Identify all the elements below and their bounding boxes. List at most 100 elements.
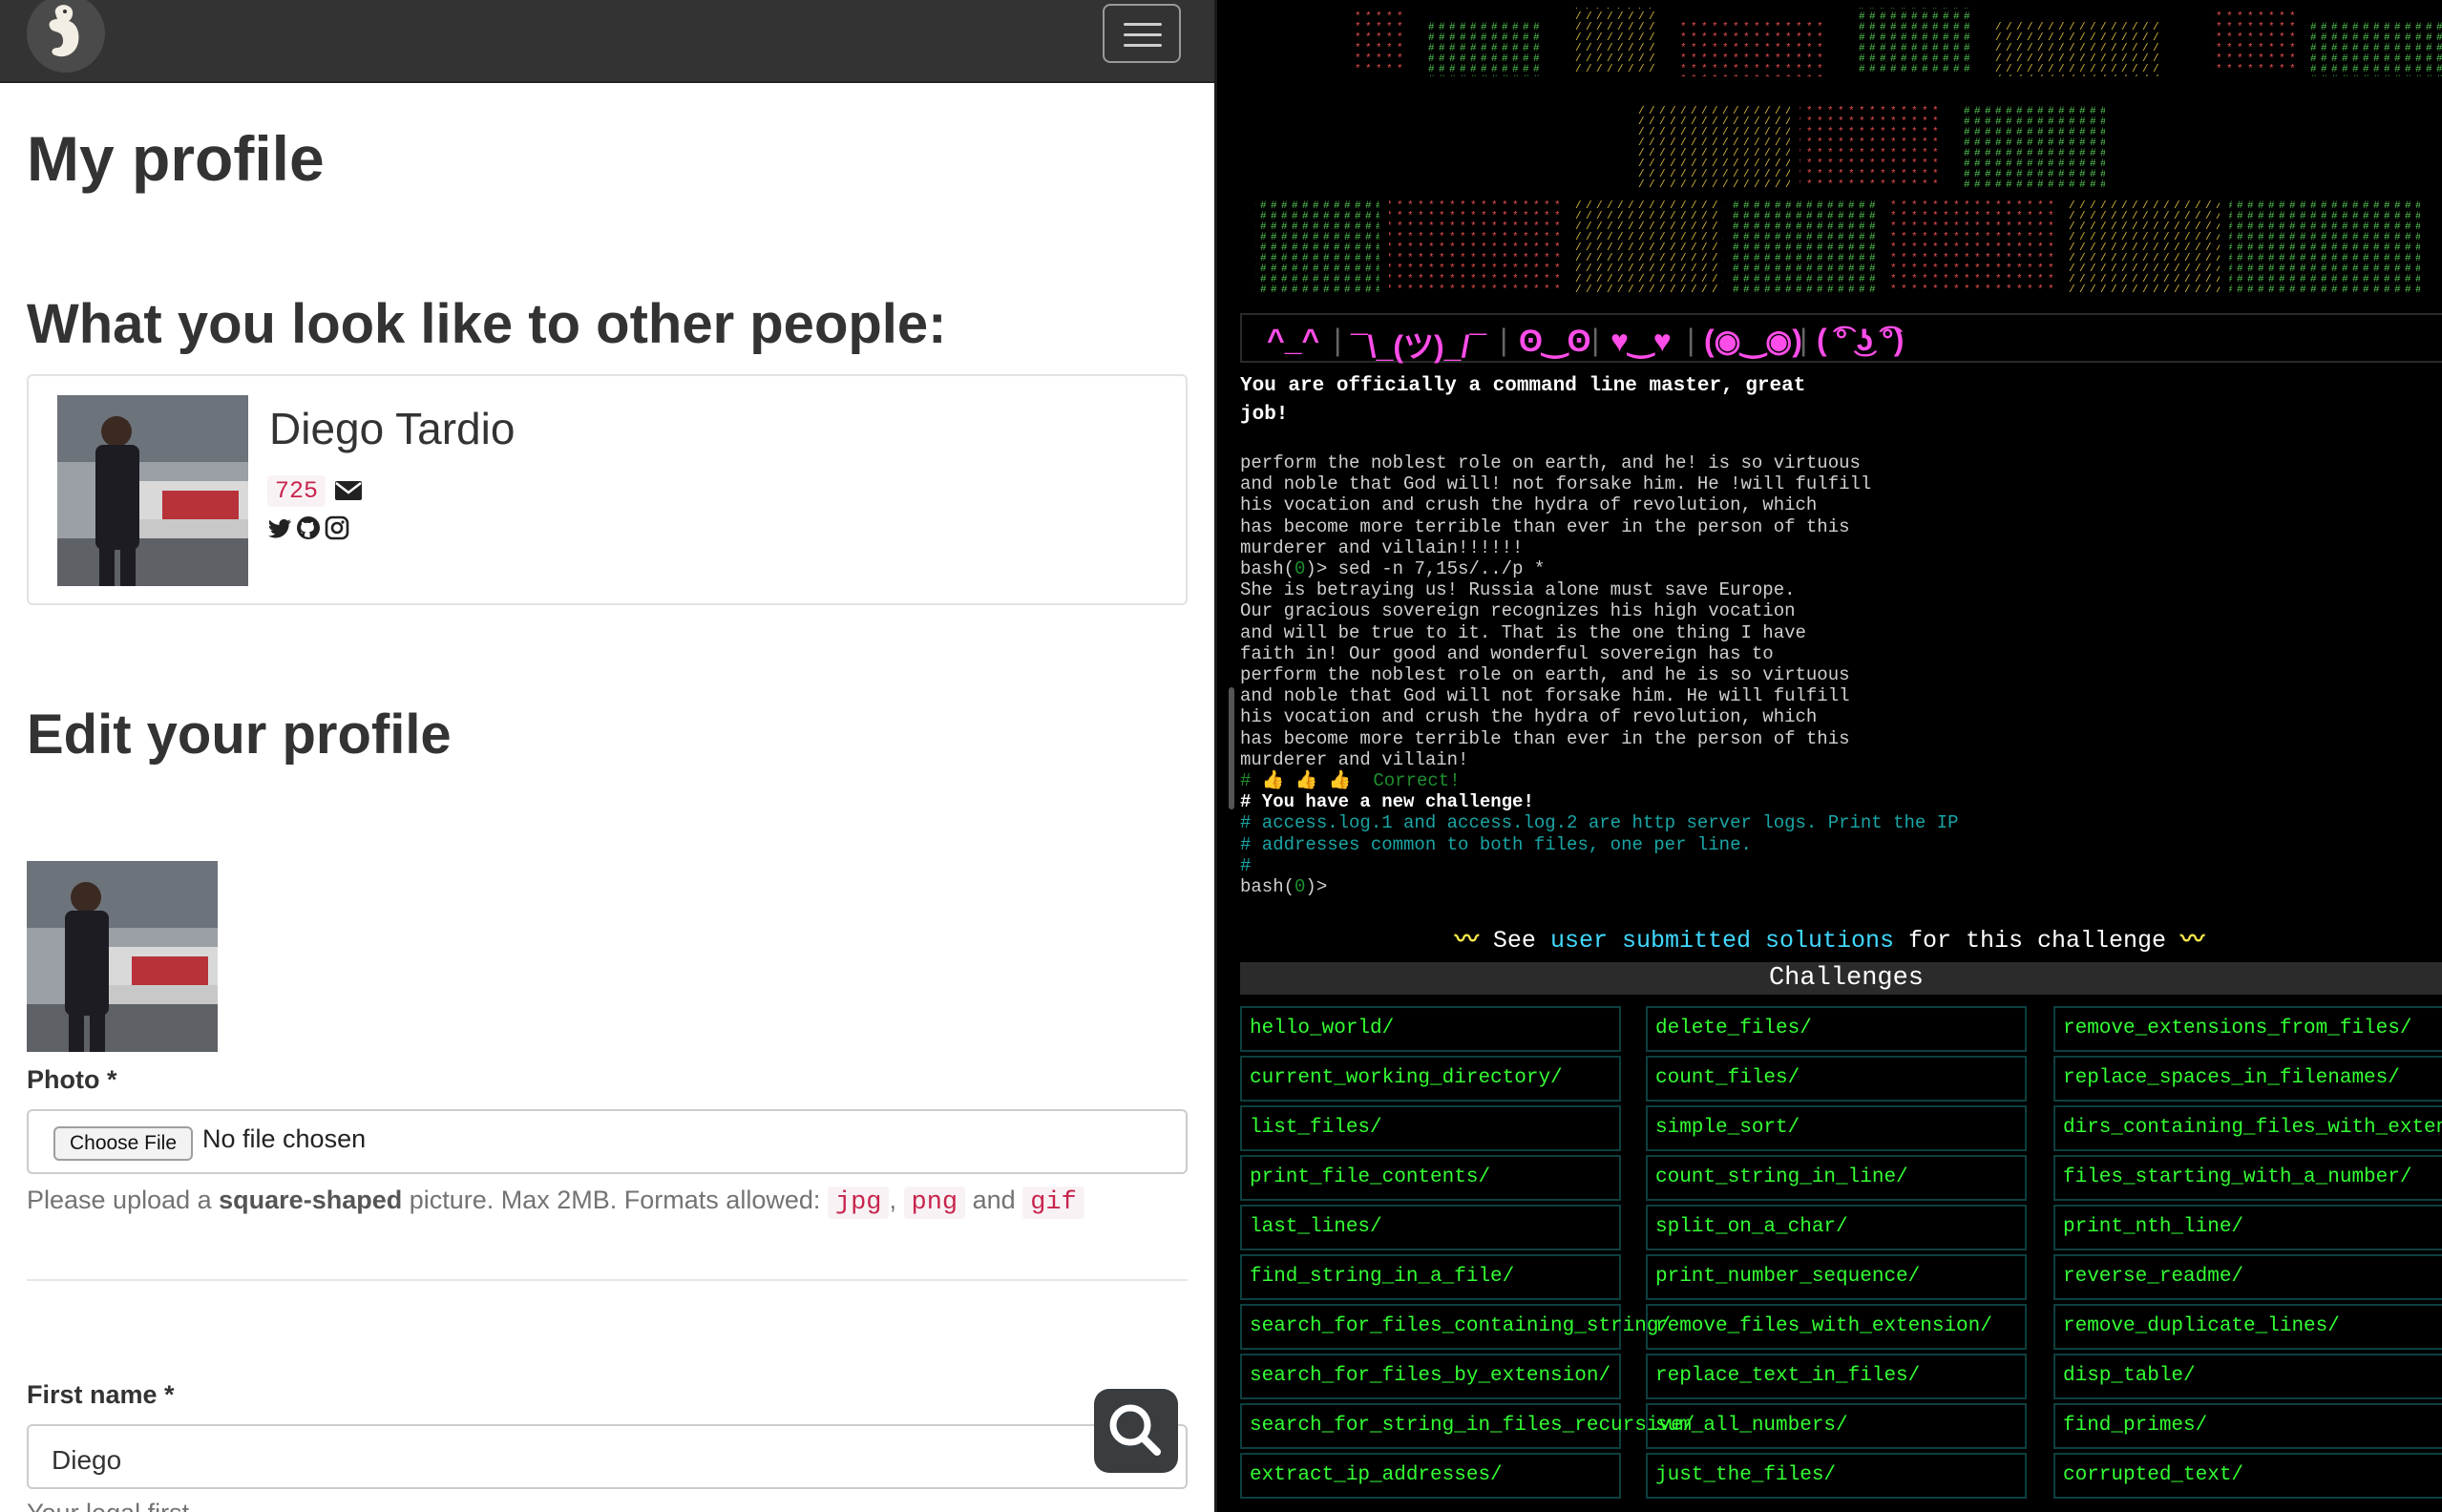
solutions-text: See (1478, 927, 1550, 955)
choose-file-button[interactable]: Choose File (53, 1126, 193, 1161)
challenge-link[interactable]: simple_sort/ (1646, 1105, 2027, 1151)
solutions-text: for this challenge (1894, 927, 2181, 955)
success-message: You are officially a command line master… (1240, 375, 1806, 426)
separator: | (1500, 323, 1508, 357)
terminal-line: his vocation and crush the hydra of revo… (1240, 706, 1818, 728)
comment-line: # (1240, 854, 1252, 876)
challenges-header: Challenges (1240, 962, 2442, 995)
challenge-link[interactable]: print_file_contents/ (1240, 1155, 1621, 1201)
profile-photo (57, 395, 248, 586)
challenge-link[interactable]: replace_spaces_in_filenames/ (2053, 1056, 2442, 1102)
format-jpg: jpg (827, 1186, 890, 1219)
challenge-link[interactable]: count_string_in_line/ (1646, 1155, 2027, 1201)
prompt-prefix: bash( (1240, 876, 1295, 898)
prompt[interactable]: bash(0)> (1240, 876, 1327, 897)
wave-icon: 〰 (2180, 927, 2205, 955)
search-button[interactable] (1094, 1389, 1178, 1473)
divider (27, 1279, 1188, 1281)
wave-icon: 〰 (1454, 927, 1479, 955)
challenge-description: # access.log.1 and access.log.2 are http… (1240, 812, 1959, 834)
hamburger-icon-line (1124, 33, 1162, 36)
correct-line: # 👍 👍 👍 Correct! (1240, 770, 1461, 792)
challenge-link[interactable]: print_number_sequence/ (1646, 1254, 2027, 1300)
challenge-link[interactable]: find_primes/ (2053, 1403, 2442, 1449)
challenge-link[interactable]: remove_extensions_from_files/ (2053, 1006, 2442, 1052)
challenge-link[interactable]: sum_all_numbers/ (1646, 1403, 2027, 1449)
challenge-link[interactable]: extract_ip_addresses/ (1240, 1453, 1621, 1499)
photo-file-input[interactable]: Choose File No file chosen (27, 1109, 1188, 1174)
sed-command: sed -n 7,15s/../p * (1327, 558, 1546, 580)
challenge-link[interactable]: remove_files_with_extension/ (1646, 1304, 2027, 1350)
challenge-link[interactable]: just_the_files/ (1646, 1453, 2027, 1499)
first-name-help: Your legal first... (27, 1499, 211, 1512)
challenge-link[interactable]: remove_duplicate_lines/ (2053, 1304, 2442, 1350)
page-title: My profile (27, 123, 325, 194)
photo-label: Photo * (27, 1065, 117, 1094)
challenge-link[interactable]: split_on_a_char/ (1646, 1205, 2027, 1250)
emoticon: ʘ‿ʘ (1519, 324, 1591, 358)
challenge-link[interactable]: corrupted_text/ (2053, 1453, 2442, 1499)
help-text-bold: square-shaped (219, 1186, 403, 1214)
challenge-link[interactable]: search_for_string_in_files_recursive/ (1240, 1403, 1695, 1449)
profile-name: Diego Tardio (269, 404, 516, 453)
terminal-scrollbar[interactable] (1229, 687, 1234, 809)
challenge-link[interactable]: hello_world/ (1240, 1006, 1621, 1052)
challenge-link[interactable]: reverse_readme/ (2053, 1254, 2442, 1300)
terminal-output[interactable]: perform the noblest role on earth, and h… (1240, 452, 1959, 897)
separator: | (1334, 323, 1342, 357)
photo-help-text: Please upload a square-shaped picture. M… (27, 1186, 1084, 1219)
terminal-line: has become more terrible than ever in th… (1240, 727, 1850, 749)
terminal-line: and will be true to it. That is the one … (1240, 621, 1806, 643)
help-text-part: picture. Max 2MB. Formats allowed: (402, 1186, 828, 1214)
first-name-input[interactable]: Diego (27, 1424, 1188, 1489)
instagram-icon[interactable] (325, 515, 349, 545)
terminal-line: faith in! Our good and wonderful soverei… (1240, 642, 1774, 664)
help-text-and: and (972, 1186, 1016, 1214)
emoticon-bar: ^_^ | ¯\_(ツ)_/¯ | ʘ‿ʘ | ♥‿♥ | (◉‿◉) | ( … (1240, 313, 2442, 364)
current-photo-preview (27, 861, 218, 1052)
challenge-link[interactable]: dirs_containing_files_with_extension/ (2053, 1105, 2442, 1151)
help-text-part: Please upload a (27, 1186, 220, 1214)
prompt-prefix: bash( (1240, 558, 1295, 580)
user-solutions-link[interactable]: user submitted solutions (1550, 927, 1894, 955)
terminal-line: perform the noblest role on earth, and h… (1240, 452, 1861, 473)
terminal-line: perform the noblest role on earth, and h… (1240, 664, 1850, 686)
challenge-link[interactable]: current_working_directory/ (1240, 1056, 1621, 1102)
terminal-line: and noble that God will not forsake him.… (1240, 685, 1850, 707)
github-icon[interactable] (296, 515, 321, 545)
separator: | (1591, 323, 1600, 357)
challenge-description: # addresses common to both files, one pe… (1240, 833, 1752, 855)
challenge-link[interactable]: find_string_in_a_file/ (1240, 1254, 1621, 1300)
challenge-link[interactable]: last_lines/ (1240, 1205, 1621, 1250)
prompt: bash(0)> sed -n 7,15s/../p * (1240, 558, 1545, 579)
file-status: No file chosen (202, 1124, 367, 1153)
edit-profile-title: Edit your profile (27, 704, 452, 766)
challenge-link[interactable]: print_nth_line/ (2053, 1205, 2442, 1250)
profile-card: Diego Tardio 725 (27, 374, 1188, 605)
format-png: png (903, 1186, 966, 1219)
challenge-link[interactable]: disp_table/ (2053, 1354, 2442, 1399)
points-badge: 725 (267, 475, 326, 507)
site-logo[interactable] (27, 0, 105, 73)
hamburger-icon (1124, 23, 1162, 26)
challenge-link[interactable]: search_for_files_containing_string/ (1240, 1304, 1671, 1350)
section-title: What you look like to other people: (27, 293, 947, 355)
challenge-link[interactable]: count_files/ (1646, 1056, 2027, 1102)
emoticon: ♥‿♥ (1610, 324, 1672, 358)
terminal-line: his vocation and crush the hydra of revo… (1240, 494, 1818, 516)
terminal-line: has become more terrible than ever in th… (1240, 515, 1850, 537)
challenge-link[interactable]: list_files/ (1240, 1105, 1621, 1151)
challenge-link[interactable]: search_for_files_by_extension/ (1240, 1354, 1621, 1399)
terminal-page: * # / (1217, 0, 2442, 1512)
challenge-link[interactable]: files_starting_with_a_number/ (2053, 1155, 2442, 1201)
terminal-line: and noble that God will! not forsake him… (1240, 473, 1872, 495)
challenge-link[interactable]: replace_text_in_files/ (1646, 1354, 2027, 1399)
emoticon: (◉‿◉) (1704, 324, 1802, 358)
menu-toggle-button[interactable] (1103, 4, 1181, 63)
search-icon (1109, 1404, 1161, 1456)
first-name-label: First name * (27, 1380, 175, 1409)
envelope-icon[interactable] (334, 479, 363, 507)
challenge-link[interactable]: delete_files/ (1646, 1006, 2027, 1052)
twitter-icon[interactable] (267, 517, 292, 545)
terminal-line: Our gracious sovereign recognizes his hi… (1240, 600, 1796, 622)
